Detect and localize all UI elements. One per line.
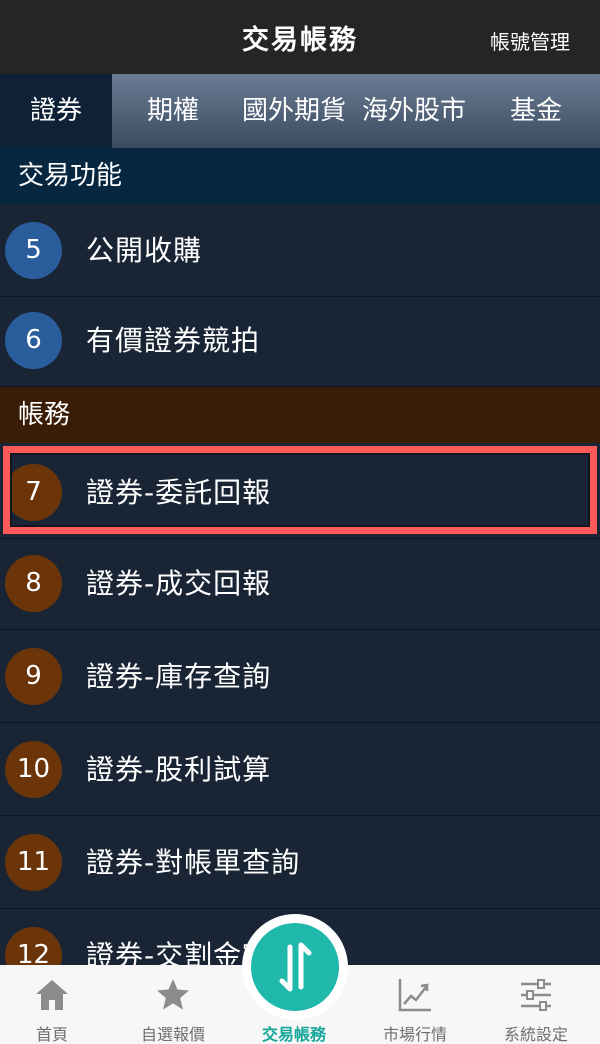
star-icon (157, 979, 189, 1010)
section-header-account: 帳務 (0, 387, 600, 443)
list-item[interactable]: 11 證券-對帳單查詢 (0, 816, 600, 909)
item-label: 有價證券競拍 (86, 324, 261, 357)
highlight-inner-border (10, 453, 590, 527)
home-icon (36, 980, 68, 1010)
section-header-trade: 交易功能 (0, 148, 600, 204)
item-number-badge: 10 (5, 741, 62, 798)
list-item[interactable]: 9 證券-庫存查詢 (0, 630, 600, 723)
transfer-arrows-icon (279, 942, 312, 992)
sliders-icon (521, 979, 551, 1011)
item-number-badge: 11 (5, 834, 62, 891)
item-number-badge: 9 (5, 648, 62, 705)
tab-funds[interactable]: 基金 (486, 74, 586, 148)
item-number-badge: 8 (5, 555, 62, 612)
tab-overseas-stocks[interactable]: 海外股市 (354, 74, 474, 148)
nav-watchlist[interactable]: 自選報價 (113, 965, 233, 1044)
nav-home[interactable]: 首頁 (0, 965, 112, 1044)
category-tabs: 證券 期權 國外期貨 海外股市 基金 (0, 74, 600, 148)
list-item[interactable]: 10 證券-股利試算 (0, 723, 600, 816)
item-label: 證券-成交回報 (86, 567, 272, 600)
tab-options[interactable]: 期權 (120, 74, 226, 148)
item-label: 證券-股利試算 (86, 753, 272, 786)
item-number-badge: 6 (5, 312, 62, 369)
chart-icon (398, 979, 431, 1012)
nav-label: 自選報價 (140, 1025, 205, 1044)
trade-fab-button[interactable] (251, 923, 339, 1011)
list-item[interactable]: 8 證券-成交回報 (0, 537, 600, 630)
item-label: 證券-對帳單查詢 (86, 846, 301, 879)
tab-foreign-futures[interactable]: 國外期貨 (234, 74, 354, 148)
list-item[interactable]: 5 公開收購 (0, 204, 600, 297)
tab-securities[interactable]: 證券 (0, 74, 112, 148)
item-number-badge: 5 (5, 222, 62, 279)
nav-settings[interactable]: 系統設定 (476, 965, 596, 1044)
nav-label: 系統設定 (503, 1025, 568, 1044)
list-item[interactable]: 6 有價證券競拍 (0, 294, 600, 387)
item-label: 公開收購 (86, 234, 203, 267)
top-bar: 交易帳務 帳號管理 (0, 0, 600, 74)
nav-market[interactable]: 市場行情 (355, 965, 475, 1044)
nav-label: 交易帳務 (261, 1025, 326, 1044)
nav-label: 市場行情 (382, 1025, 447, 1044)
nav-label: 首頁 (35, 1025, 68, 1044)
item-label: 證券-庫存查詢 (86, 660, 272, 693)
account-manage-button[interactable]: 帳號管理 (490, 26, 570, 55)
